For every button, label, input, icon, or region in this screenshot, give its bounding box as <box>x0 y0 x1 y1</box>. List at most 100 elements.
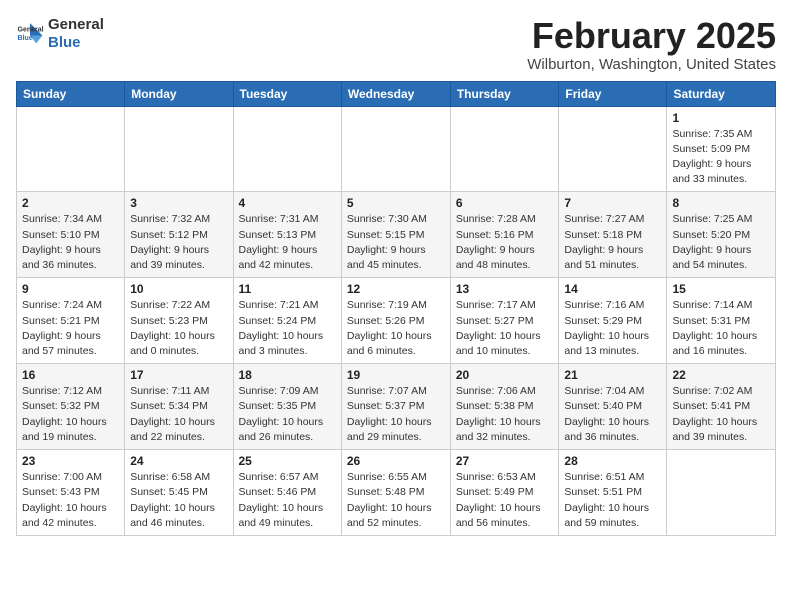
day-number: 11 <box>239 282 336 296</box>
day-info: Sunrise: 7:11 AMSunset: 5:34 PMDaylight:… <box>130 384 227 445</box>
calendar-day: 25 Sunrise: 6:57 AMSunset: 5:46 PMDayligh… <box>233 450 341 536</box>
calendar-day: 24 Sunrise: 6:58 AMSunset: 5:45 PMDayligh… <box>125 450 233 536</box>
day-info: Sunrise: 7:35 AMSunset: 5:09 PMDaylight:… <box>672 127 770 188</box>
title-block: February 2025 Wilburton, Washington, Uni… <box>527 16 776 73</box>
calendar-body: 1 Sunrise: 7:35 AMSunset: 5:09 PMDaylight… <box>17 106 776 535</box>
logo: General Blue General Blue <box>16 16 104 52</box>
calendar-week-2: 9 Sunrise: 7:24 AMSunset: 5:21 PMDaylight… <box>17 278 776 364</box>
weekday-header-sunday: Sunday <box>17 81 125 106</box>
calendar-day: 7 Sunrise: 7:27 AMSunset: 5:18 PMDaylight… <box>559 192 667 278</box>
calendar-day: 1 Sunrise: 7:35 AMSunset: 5:09 PMDaylight… <box>667 106 776 192</box>
calendar-day: 27 Sunrise: 6:53 AMSunset: 5:49 PMDayligh… <box>450 450 559 536</box>
weekday-header-wednesday: Wednesday <box>341 81 450 106</box>
calendar-day <box>17 106 125 192</box>
calendar-day: 4Sunrise: 7:31 AMSunset: 5:13 PMDaylight… <box>233 192 341 278</box>
day-info: Sunrise: 6:57 AMSunset: 5:46 PMDaylight:… <box>239 470 336 531</box>
calendar-day: 9 Sunrise: 7:24 AMSunset: 5:21 PMDaylight… <box>17 278 125 364</box>
day-info: Sunrise: 7:02 AMSunset: 5:41 PMDaylight:… <box>672 384 770 445</box>
day-number: 25 <box>239 454 336 468</box>
logo-text: General Blue <box>48 16 104 52</box>
calendar-day <box>450 106 559 192</box>
day-info: Sunrise: 7:04 AMSunset: 5:40 PMDaylight:… <box>564 384 661 445</box>
day-info: Sunrise: 7:27 AMSunset: 5:18 PMDaylight:… <box>564 212 661 273</box>
calendar-day: 13 Sunrise: 7:17 AMSunset: 5:27 PMDayligh… <box>450 278 559 364</box>
day-number: 20 <box>456 368 554 382</box>
day-info: Sunrise: 7:06 AMSunset: 5:38 PMDaylight:… <box>456 384 554 445</box>
calendar-week-0: 1 Sunrise: 7:35 AMSunset: 5:09 PMDaylight… <box>17 106 776 192</box>
day-number: 10 <box>130 282 227 296</box>
day-number: 7 <box>564 196 661 210</box>
calendar-day: 6 Sunrise: 7:28 AMSunset: 5:16 PMDaylight… <box>450 192 559 278</box>
day-number: 9 <box>22 282 119 296</box>
day-number: 23 <box>22 454 119 468</box>
day-info: Sunrise: 7:14 AMSunset: 5:31 PMDaylight:… <box>672 298 770 359</box>
weekday-header-thursday: Thursday <box>450 81 559 106</box>
day-number: 2 <box>22 196 119 210</box>
day-number: 21 <box>564 368 661 382</box>
day-info: Sunrise: 6:51 AMSunset: 5:51 PMDaylight:… <box>564 470 661 531</box>
day-number: 17 <box>130 368 227 382</box>
logo-general: General <box>48 16 104 34</box>
day-number: 28 <box>564 454 661 468</box>
calendar-header-row: SundayMondayTuesdayWednesdayThursdayFrid… <box>17 81 776 106</box>
calendar-day: 18 Sunrise: 7:09 AMSunset: 5:35 PMDayligh… <box>233 364 341 450</box>
location: Wilburton, Washington, United States <box>527 56 776 73</box>
logo-blue: Blue <box>48 34 104 52</box>
calendar-day: 11 Sunrise: 7:21 AMSunset: 5:24 PMDayligh… <box>233 278 341 364</box>
day-number: 27 <box>456 454 554 468</box>
calendar-day: 28 Sunrise: 6:51 AMSunset: 5:51 PMDayligh… <box>559 450 667 536</box>
page-header: General Blue General Blue February 2025 … <box>16 16 776 73</box>
day-info: Sunrise: 7:17 AMSunset: 5:27 PMDaylight:… <box>456 298 554 359</box>
day-info: Sunrise: 6:58 AMSunset: 5:45 PMDaylight:… <box>130 470 227 531</box>
calendar-day: 14Sunrise: 7:16 AMSunset: 5:29 PMDayligh… <box>559 278 667 364</box>
calendar-day: 19 Sunrise: 7:07 AMSunset: 5:37 PMDayligh… <box>341 364 450 450</box>
day-info: Sunrise: 7:32 AMSunset: 5:12 PMDaylight:… <box>130 212 227 273</box>
calendar-day: 8Sunrise: 7:25 AMSunset: 5:20 PMDaylight… <box>667 192 776 278</box>
calendar-week-3: 16Sunrise: 7:12 AMSunset: 5:32 PMDayligh… <box>17 364 776 450</box>
day-number: 18 <box>239 368 336 382</box>
calendar-day: 16Sunrise: 7:12 AMSunset: 5:32 PMDayligh… <box>17 364 125 450</box>
calendar-table: SundayMondayTuesdayWednesdayThursdayFrid… <box>16 81 776 536</box>
day-number: 12 <box>347 282 445 296</box>
day-info: Sunrise: 7:22 AMSunset: 5:23 PMDaylight:… <box>130 298 227 359</box>
day-info: Sunrise: 7:24 AMSunset: 5:21 PMDaylight:… <box>22 298 119 359</box>
day-number: 6 <box>456 196 554 210</box>
day-number: 1 <box>672 111 770 125</box>
weekday-header-friday: Friday <box>559 81 667 106</box>
calendar-day <box>667 450 776 536</box>
calendar-day: 20 Sunrise: 7:06 AMSunset: 5:38 PMDayligh… <box>450 364 559 450</box>
day-info: Sunrise: 7:28 AMSunset: 5:16 PMDaylight:… <box>456 212 554 273</box>
day-number: 15 <box>672 282 770 296</box>
calendar-week-4: 23Sunrise: 7:00 AMSunset: 5:43 PMDayligh… <box>17 450 776 536</box>
calendar-day: 2 Sunrise: 7:34 AMSunset: 5:10 PMDaylight… <box>17 192 125 278</box>
day-info: Sunrise: 7:34 AMSunset: 5:10 PMDaylight:… <box>22 212 119 273</box>
day-number: 14 <box>564 282 661 296</box>
weekday-header-monday: Monday <box>125 81 233 106</box>
day-info: Sunrise: 7:09 AMSunset: 5:35 PMDaylight:… <box>239 384 336 445</box>
day-number: 19 <box>347 368 445 382</box>
calendar-day: 10 Sunrise: 7:22 AMSunset: 5:23 PMDayligh… <box>125 278 233 364</box>
day-number: 24 <box>130 454 227 468</box>
day-number: 8 <box>672 196 770 210</box>
day-number: 13 <box>456 282 554 296</box>
day-number: 5 <box>347 196 445 210</box>
svg-text:General: General <box>18 27 44 34</box>
day-number: 3 <box>130 196 227 210</box>
day-info: Sunrise: 7:07 AMSunset: 5:37 PMDaylight:… <box>347 384 445 445</box>
weekday-header-saturday: Saturday <box>667 81 776 106</box>
day-info: Sunrise: 7:21 AMSunset: 5:24 PMDaylight:… <box>239 298 336 359</box>
day-number: 26 <box>347 454 445 468</box>
calendar-day: 17 Sunrise: 7:11 AMSunset: 5:34 PMDayligh… <box>125 364 233 450</box>
day-info: Sunrise: 6:53 AMSunset: 5:49 PMDaylight:… <box>456 470 554 531</box>
calendar-day: 26Sunrise: 6:55 AMSunset: 5:48 PMDayligh… <box>341 450 450 536</box>
calendar-day <box>341 106 450 192</box>
calendar-day: 15 Sunrise: 7:14 AMSunset: 5:31 PMDayligh… <box>667 278 776 364</box>
calendar-day: 21 Sunrise: 7:04 AMSunset: 5:40 PMDayligh… <box>559 364 667 450</box>
day-info: Sunrise: 7:12 AMSunset: 5:32 PMDaylight:… <box>22 384 119 445</box>
day-number: 22 <box>672 368 770 382</box>
calendar-day <box>233 106 341 192</box>
calendar-day: 3 Sunrise: 7:32 AMSunset: 5:12 PMDaylight… <box>125 192 233 278</box>
weekday-header-tuesday: Tuesday <box>233 81 341 106</box>
calendar-day: 5Sunrise: 7:30 AMSunset: 5:15 PMDaylight… <box>341 192 450 278</box>
calendar-week-1: 2 Sunrise: 7:34 AMSunset: 5:10 PMDaylight… <box>17 192 776 278</box>
